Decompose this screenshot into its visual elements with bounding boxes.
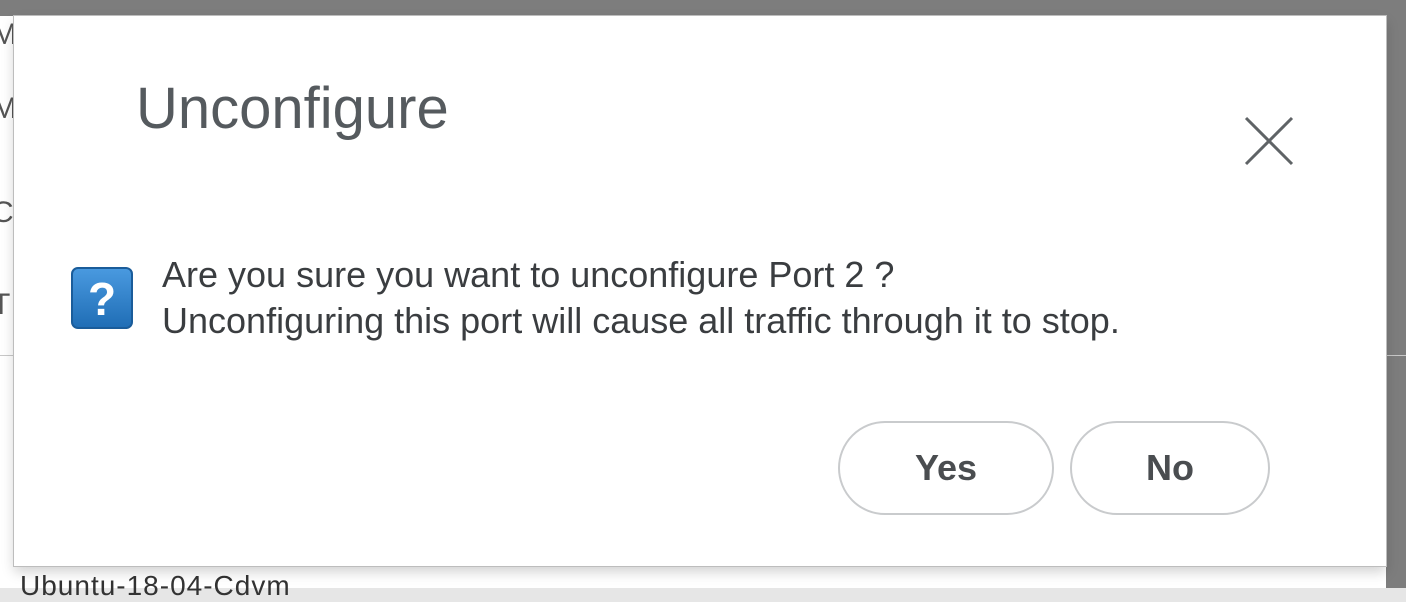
- message-line-warning: Unconfiguring this port will cause all t…: [162, 300, 1120, 341]
- question-icon: ?: [70, 266, 134, 330]
- background-bottom-text: Ubuntu-18-04-Cdvm: [20, 570, 291, 601]
- confirmation-message: Are you sure you want to unconfigure Por…: [162, 252, 1120, 344]
- background-right-border: [1386, 0, 1406, 588]
- message-line-question: Are you sure you want to unconfigure Por…: [162, 254, 895, 295]
- svg-text:?: ?: [88, 273, 116, 325]
- yes-button[interactable]: Yes: [838, 421, 1054, 515]
- dialog-title: Unconfigure: [136, 76, 449, 141]
- no-button[interactable]: No: [1070, 421, 1270, 515]
- background-text-fragment: T: [0, 288, 11, 321]
- close-button[interactable]: [1240, 112, 1298, 170]
- unconfigure-dialog: Unconfigure ? Are you sure you want to u…: [14, 16, 1386, 566]
- background-text-fragment: C: [0, 196, 14, 229]
- close-icon: [1244, 116, 1294, 166]
- background-top-border: [0, 0, 1406, 16]
- message-row: ? Are you sure you want to unconfigure P…: [70, 252, 1120, 344]
